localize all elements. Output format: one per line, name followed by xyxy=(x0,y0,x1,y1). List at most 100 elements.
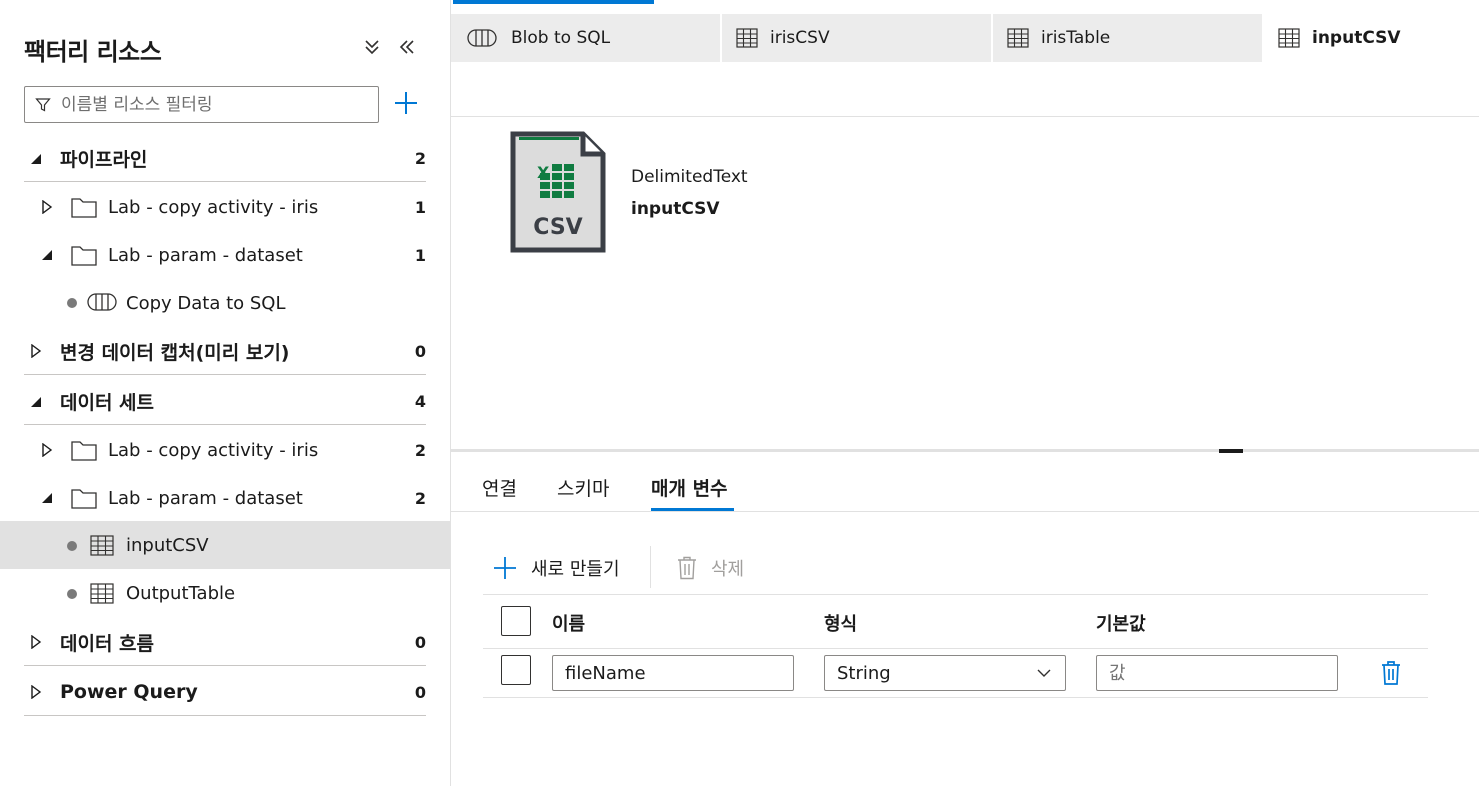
tree-folder[interactable]: Lab - copy activity - iris 2 xyxy=(0,426,450,474)
collapsed-caret-icon xyxy=(42,200,53,214)
panel-title: 팩터리 리소스 xyxy=(24,38,162,66)
tab-label: Blob to SQL xyxy=(511,28,611,48)
divider xyxy=(24,424,426,425)
active-toolbar-indicator xyxy=(453,0,654,4)
collapsed-caret-icon xyxy=(31,344,42,358)
collapse-all-icon[interactable] xyxy=(361,36,383,58)
tree-folder[interactable]: Lab - copy activity - iris 1 xyxy=(0,183,450,231)
trash-icon[interactable] xyxy=(1380,660,1402,686)
section-dataflows[interactable]: 데이터 흐름 0 xyxy=(0,618,450,666)
folder-icon xyxy=(71,489,97,509)
filter-input[interactable] xyxy=(61,94,361,115)
subtab-connection[interactable]: 연결 xyxy=(482,474,517,501)
tree-folder[interactable]: Lab - param - dataset 2 xyxy=(0,474,450,522)
bullet-icon xyxy=(67,589,77,599)
folder-label: Lab - param - dataset xyxy=(108,244,303,266)
table-icon xyxy=(90,583,114,604)
collapse-panel-icon[interactable] xyxy=(396,36,418,58)
tree-item-outputtable[interactable]: OutputTable xyxy=(0,569,450,617)
folder-count: 1 xyxy=(414,245,426,265)
table-icon xyxy=(1278,28,1300,48)
section-count: 4 xyxy=(414,391,426,411)
section-change-data-capture[interactable]: 변경 데이터 캡처(미리 보기) 0 xyxy=(0,327,450,375)
tab-iristable[interactable]: irisTable xyxy=(993,14,1264,62)
section-label: 데이터 세트 xyxy=(60,391,155,414)
divider xyxy=(24,665,426,666)
select-all-checkbox[interactable] xyxy=(501,606,531,636)
parameter-name-input[interactable] xyxy=(552,655,794,691)
row-checkbox[interactable] xyxy=(501,655,531,685)
parameter-default-input[interactable] xyxy=(1096,655,1338,691)
tab-label: irisTable xyxy=(1041,28,1111,48)
section-pipelines[interactable]: 파이프라인 2 xyxy=(0,134,450,182)
pane-splitter[interactable] xyxy=(451,449,1479,452)
delete-button-label: 삭제 xyxy=(711,559,745,580)
selected-type: String xyxy=(837,662,891,684)
column-header-name: 이름 xyxy=(552,614,586,635)
tab-iriscsv[interactable]: irisCSV xyxy=(722,14,993,62)
delete-parameter-button[interactable]: 삭제 xyxy=(676,552,744,584)
parameter-type-select[interactable]: String xyxy=(824,655,1066,691)
collapsed-caret-icon xyxy=(31,635,42,649)
folder-count: 1 xyxy=(414,197,426,217)
section-datasets[interactable]: 데이터 세트 4 xyxy=(0,377,450,425)
tab-label: irisCSV xyxy=(770,28,830,48)
column-header-type: 형식 xyxy=(824,614,858,635)
subtab-parameters[interactable]: 매개 변수 xyxy=(651,474,728,501)
section-label: 변경 데이터 캡처(미리 보기) xyxy=(60,341,290,364)
folder-count: 2 xyxy=(414,440,426,460)
new-parameter-button[interactable]: 새로 만들기 xyxy=(493,552,620,584)
tree-folder[interactable]: Lab - param - dataset 1 xyxy=(0,231,450,279)
table-icon xyxy=(736,28,758,48)
item-label: OutputTable xyxy=(126,582,236,604)
editor-tabs: Blob to SQL irisCSV irisTable inputCSV xyxy=(451,14,1479,62)
add-resource-icon[interactable] xyxy=(393,90,419,116)
toolbar-separator xyxy=(650,546,651,588)
splitter-grip-handle[interactable] xyxy=(1219,449,1243,453)
filter-icon xyxy=(35,97,51,111)
header-row-border xyxy=(483,648,1428,649)
bullet-icon xyxy=(67,298,77,308)
collapsed-caret-icon xyxy=(42,443,53,457)
dataset-type: DelimitedText xyxy=(631,167,748,187)
toolbar-divider xyxy=(451,116,1479,117)
tree-item-inputcsv[interactable]: inputCSV xyxy=(0,521,450,569)
expanded-caret-icon xyxy=(31,154,41,164)
bullet-icon xyxy=(67,541,77,551)
resource-filter[interactable] xyxy=(24,86,379,123)
tab-inputcsv[interactable]: inputCSV xyxy=(1264,14,1479,62)
table-top-border xyxy=(483,594,1428,595)
folder-label: Lab - copy activity - iris xyxy=(108,196,319,218)
folder-icon xyxy=(71,246,97,266)
chevron-down-icon xyxy=(1037,669,1051,677)
new-button-label: 새로 만들기 xyxy=(531,559,620,580)
folder-label: Lab - copy activity - iris xyxy=(108,439,319,461)
section-label: 파이프라인 xyxy=(60,148,148,171)
subtab-divider xyxy=(451,511,1479,512)
csv-icon-label: CSV xyxy=(533,215,582,240)
divider xyxy=(24,181,426,182)
tab-blob-to-sql[interactable]: Blob to SQL xyxy=(451,14,722,62)
table-icon xyxy=(1007,28,1029,48)
folder-icon xyxy=(71,441,97,461)
table-icon xyxy=(90,535,114,556)
tree-item-copy-data-to-sql[interactable]: Copy Data to SQL xyxy=(0,279,450,327)
csv-file-icon: X CSV xyxy=(510,131,606,253)
divider xyxy=(24,374,426,375)
pipeline-icon xyxy=(87,293,117,311)
divider xyxy=(24,715,426,716)
section-power-query[interactable]: Power Query 0 xyxy=(0,668,450,716)
factory-resources-panel: 팩터리 리소스 파이프라인 2 Lab - copy activity - ir… xyxy=(0,0,451,786)
trash-icon xyxy=(678,556,696,580)
column-header-default: 기본값 xyxy=(1096,614,1146,635)
subtab-schema[interactable]: 스키마 xyxy=(557,474,609,501)
dataset-name: inputCSV xyxy=(631,199,720,219)
folder-icon xyxy=(71,198,97,218)
tab-label: inputCSV xyxy=(1312,28,1401,48)
section-count: 2 xyxy=(414,148,426,168)
collapsed-caret-icon xyxy=(31,685,42,699)
expanded-caret-icon xyxy=(42,250,52,260)
section-count: 0 xyxy=(414,341,426,361)
section-label: 데이터 흐름 xyxy=(60,632,155,655)
plus-icon xyxy=(494,557,516,579)
